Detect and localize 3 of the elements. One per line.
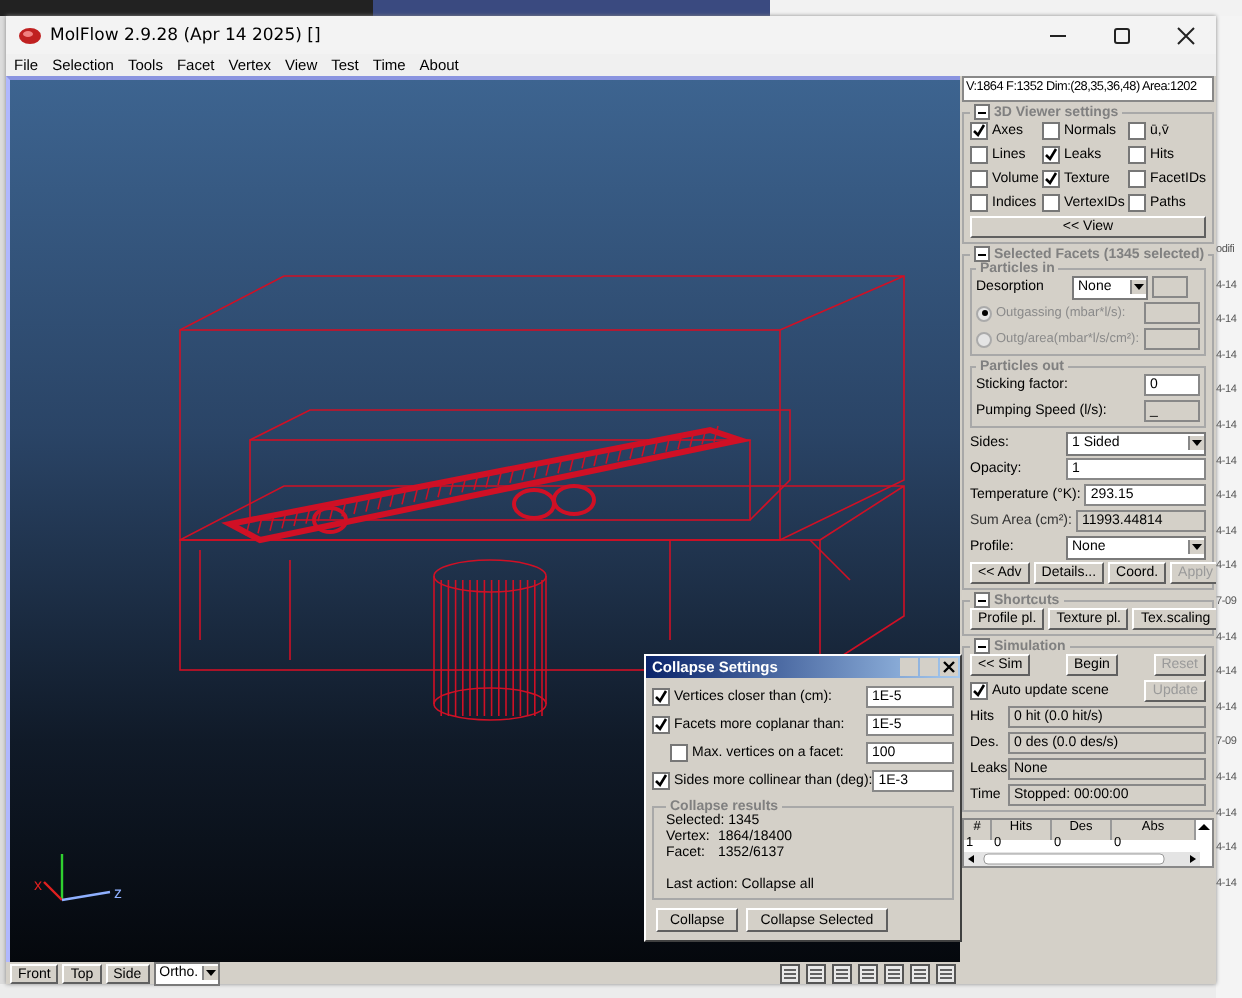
axis-label: z bbox=[114, 884, 122, 902]
window-title: MolFlow 2.9.28 (Apr 14 2025) [] bbox=[50, 25, 321, 45]
axis-label: x bbox=[34, 876, 42, 894]
